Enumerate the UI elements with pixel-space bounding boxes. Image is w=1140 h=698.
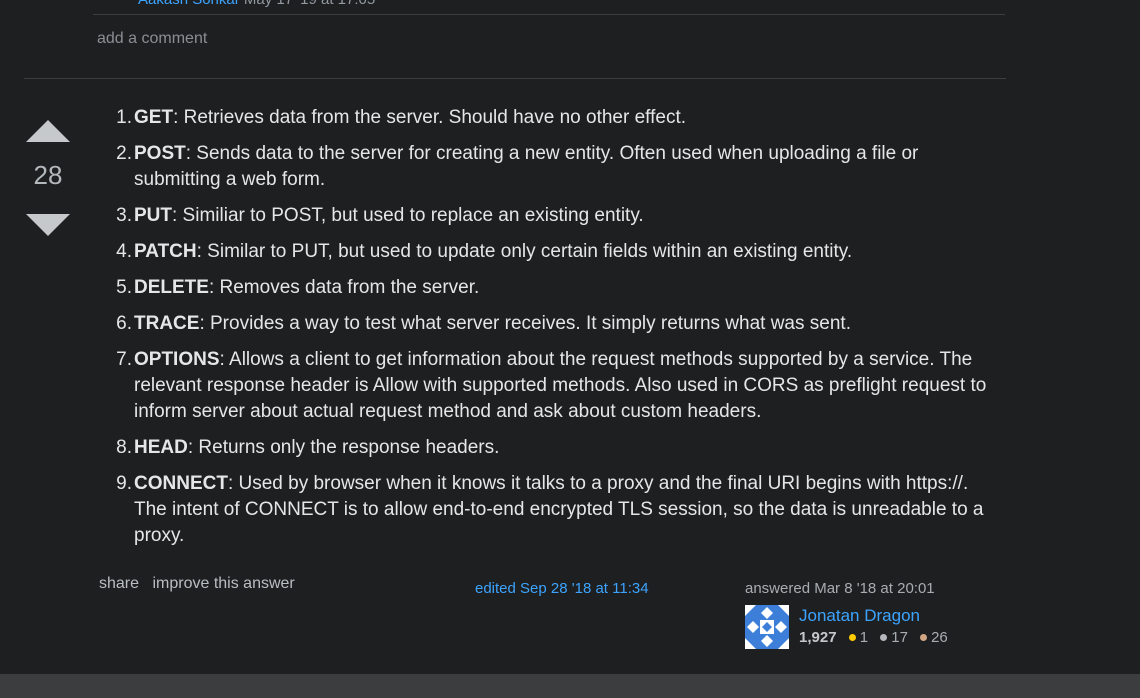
silver-badge-icon: [880, 633, 888, 641]
list-item: 1. GET: Retrieves data from the server. S…: [116, 107, 686, 128]
post-menu: share improve this answer: [99, 575, 304, 593]
vote-count: 28: [33, 160, 63, 190]
author-reputation: 1,927 1 17 26: [799, 629, 956, 646]
answer-divider: [24, 78, 1006, 79]
list-item: 9. CONNECT: Used by browser when it knows…: [116, 473, 984, 546]
list-item: 3. PUT: Similiar to POST, but used to rep…: [116, 205, 644, 226]
list-item: 6. TRACE: Provides a way to test what ser…: [116, 313, 851, 334]
method-name: PUT: [134, 205, 172, 226]
method-name: TRACE: [134, 313, 200, 334]
bronze-badge: 26: [920, 629, 948, 646]
gold-badge-icon: [848, 633, 856, 641]
list-item: 4. PATCH: Similar to PUT, but used to upd…: [116, 241, 853, 262]
vote-down-icon[interactable]: [26, 214, 70, 236]
vote-up-icon[interactable]: [26, 120, 70, 142]
method-name: GET: [134, 107, 174, 128]
method-description: : Sends data to the server for creating …: [134, 143, 919, 190]
method-name: CONNECT: [134, 473, 228, 494]
bronze-badge-icon: [920, 633, 928, 641]
add-comment-link[interactable]: add a comment: [97, 30, 207, 48]
answered-time: answered Mar 8 '18 at 20:01: [745, 580, 935, 597]
list-item: 2. POST: Sends data to the server for cre…: [116, 143, 919, 190]
bottom-bar: [0, 674, 1140, 698]
previous-comment: Aakash Sonkar May 17 '19 at 17:05: [138, 0, 375, 8]
method-description: : Similar to PUT, but used to update onl…: [196, 241, 853, 262]
method-name: POST: [134, 143, 186, 164]
method-description: : Used by browser when it knows it talks…: [134, 473, 984, 546]
reputation-score: 1,927: [799, 629, 837, 646]
list-item: 8. HEAD: Returns only the response header…: [116, 437, 500, 458]
method-name: OPTIONS: [134, 349, 220, 370]
method-name: HEAD: [134, 437, 188, 458]
share-link[interactable]: share: [99, 575, 139, 592]
method-description: : Retrieves data from the server. Should…: [173, 107, 686, 128]
answer-page: Aakash Sonkar May 17 '19 at 17:05 add a …: [0, 0, 1140, 698]
author-name-link[interactable]: Jonatan Dragon: [799, 606, 920, 626]
list-item: 5. DELETE: Removes data from the server.: [116, 277, 480, 298]
http-methods-list: 1. GET: Retrieves data from the server. S…: [100, 105, 1000, 559]
method-description: : Similiar to POST, but used to replace …: [172, 205, 644, 226]
comment-date: May 17 '19 at 17:05: [244, 0, 375, 8]
method-description: : Returns only the response headers.: [187, 437, 500, 458]
gold-badge: 1: [848, 629, 868, 646]
list-item: 7. OPTIONS: Allows a client to get inform…: [116, 349, 987, 422]
method-description: : Removes data from the server.: [208, 277, 480, 298]
improve-answer-link[interactable]: improve this answer: [152, 575, 294, 592]
edited-link[interactable]: edited Sep 28 '18 at 11:34: [475, 580, 649, 597]
comment-user-link[interactable]: Aakash Sonkar: [138, 0, 240, 8]
method-name: DELETE: [134, 277, 209, 298]
method-description: : Provides a way to test what server rec…: [199, 313, 851, 334]
method-name: PATCH: [134, 241, 197, 262]
identicon-icon[interactable]: [745, 605, 789, 649]
comment-divider: [93, 14, 1005, 15]
method-description: : Allows a client to get information abo…: [134, 349, 987, 422]
silver-badge: 17: [880, 629, 908, 646]
